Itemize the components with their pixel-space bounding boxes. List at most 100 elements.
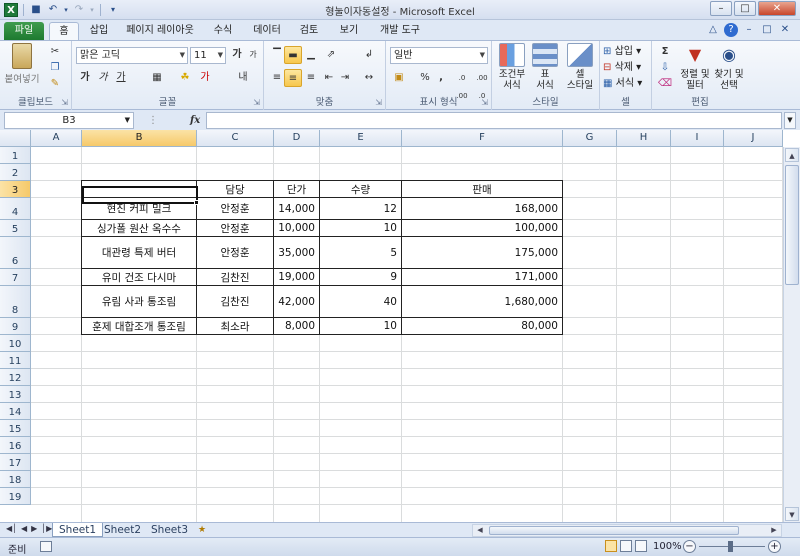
page-layout-view-icon[interactable] xyxy=(620,540,632,552)
sheet-tab-sheet3[interactable]: Sheet3 xyxy=(145,523,194,537)
sheet-tab-sheet1[interactable]: Sheet1 xyxy=(52,523,104,537)
table-cell[interactable]: 싱가폴 원산 옥수수 xyxy=(82,220,196,236)
shrink-font-button[interactable]: 가 xyxy=(244,46,262,64)
tab-view[interactable]: 보기 xyxy=(334,22,364,40)
tab-insert[interactable]: 삽입 xyxy=(84,22,114,40)
row-header-8[interactable]: 8 xyxy=(0,286,31,318)
row-header-5[interactable]: 5 xyxy=(0,220,31,237)
orientation-icon[interactable]: ⇗ xyxy=(322,46,340,64)
tab-home[interactable]: 홈 xyxy=(49,22,79,40)
wrap-text-icon[interactable]: ↲ xyxy=(360,46,378,64)
table-cell[interactable]: 훈제 대합조개 통조림 xyxy=(82,318,196,334)
table-cell[interactable]: 10 xyxy=(320,318,401,334)
table-cell[interactable]: 5 xyxy=(320,237,401,268)
number-launcher-icon[interactable]: ⇲ xyxy=(481,98,488,107)
tab-developer[interactable]: 개발 도구 xyxy=(372,22,428,40)
table-cell[interactable]: 김찬진 xyxy=(197,269,273,285)
clipboard-launcher-icon[interactable]: ⇲ xyxy=(61,98,68,107)
vertical-scroll-thumb[interactable] xyxy=(785,165,799,285)
maximize-button[interactable]: □ xyxy=(734,1,756,16)
tab-data[interactable]: 데이터 xyxy=(248,22,286,40)
format-as-table-button[interactable]: 표 서식 xyxy=(528,43,562,91)
zoom-in-button[interactable]: + xyxy=(768,540,781,553)
number-format-select[interactable]: 일반 ▼ xyxy=(390,47,488,64)
fill-handle[interactable] xyxy=(194,200,199,205)
column-header-b[interactable]: B xyxy=(82,130,197,147)
align-bottom-icon[interactable]: ▁ xyxy=(302,46,320,64)
worksheet-grid[interactable]: ABCDEFGHIJ 1 2 3 4 5 6 7 8 9 10 11 12 13 14 15 16 17 18 19… xyxy=(0,130,800,522)
row-header-2[interactable]: 2 xyxy=(0,164,31,181)
currency-icon[interactable]: ▣ xyxy=(390,69,408,87)
cell-styles-button[interactable]: 셀 스타일 xyxy=(562,43,598,91)
align-middle-icon[interactable]: ▬ xyxy=(284,46,302,64)
table-cell[interactable]: 10 xyxy=(320,220,401,236)
help-icon[interactable]: ? xyxy=(724,23,738,37)
table-header-cell[interactable]: 판매 xyxy=(402,181,562,197)
row-header-17[interactable]: 17 xyxy=(0,454,31,471)
macro-record-icon[interactable] xyxy=(40,541,52,552)
row-header-15[interactable]: 15 xyxy=(0,420,31,437)
table-cell[interactable]: 40 xyxy=(320,286,401,317)
table-header-cell[interactable]: 담당 xyxy=(197,181,273,197)
row-header-10[interactable]: 10 xyxy=(0,335,31,352)
tab-formulas[interactable]: 수식 xyxy=(208,22,238,40)
row-header-9[interactable]: 9 xyxy=(0,318,31,335)
column-header-d[interactable]: D xyxy=(274,130,320,147)
format-painter-icon[interactable]: ✎ xyxy=(46,75,64,93)
sort-filter-button[interactable]: ▼ 정렬 및 필터 xyxy=(678,43,712,91)
column-header-g[interactable]: G xyxy=(563,130,617,147)
select-all-button[interactable] xyxy=(0,130,31,147)
table-cell[interactable]: 1,680,000 xyxy=(402,286,562,317)
borders-icon[interactable]: ▦ xyxy=(148,69,166,87)
table-cell[interactable]: 10,000 xyxy=(274,220,319,236)
table-cell[interactable]: 최소라 xyxy=(197,318,273,334)
formula-input[interactable] xyxy=(206,112,782,129)
sheet-tab-sheet2[interactable]: Sheet2 xyxy=(98,523,147,537)
row-header-4[interactable]: 4 xyxy=(0,198,31,220)
column-header-j[interactable]: J xyxy=(724,130,783,147)
increase-decimal-button[interactable]: .0 .00 xyxy=(452,69,472,100)
table-cell[interactable]: 안정훈 xyxy=(197,237,273,268)
increase-indent-icon[interactable]: ⇥ xyxy=(336,69,354,87)
last-sheet-button[interactable]: │▶ xyxy=(41,524,52,533)
row-header-12[interactable]: 12 xyxy=(0,369,31,386)
table-cell[interactable]: 35,000 xyxy=(274,237,319,268)
table-cell[interactable]: 유림 사과 통조림 xyxy=(82,286,196,317)
table-cell[interactable]: 14,000 xyxy=(274,198,319,219)
table-cell[interactable]: 100,000 xyxy=(402,220,562,236)
table-cell[interactable]: 19,000 xyxy=(274,269,319,285)
fill-color-icon[interactable]: ☘ xyxy=(176,69,194,87)
tab-file[interactable]: 파일 xyxy=(4,22,44,40)
merge-center-icon[interactable]: ↔ xyxy=(360,69,378,87)
zoom-out-button[interactable]: − xyxy=(683,540,696,553)
table-cell[interactable]: 80,000 xyxy=(402,318,562,334)
insert-sheet-icon[interactable]: ★ xyxy=(195,524,209,536)
table-cell[interactable]: 171,000 xyxy=(402,269,562,285)
table-header-cell[interactable]: 수량 xyxy=(320,181,401,197)
table-cell[interactable]: 12 xyxy=(320,198,401,219)
paste-button[interactable]: 붙여넣기 xyxy=(4,43,40,85)
column-header-f[interactable]: F xyxy=(402,130,563,147)
row-header-19[interactable]: 19 xyxy=(0,488,31,505)
row-header-6[interactable]: 6 xyxy=(0,237,31,269)
font-name-select[interactable]: 맑은 고딕 ▼ xyxy=(76,47,188,64)
name-box[interactable]: B3 ▼ xyxy=(4,112,134,129)
font-launcher-icon[interactable]: ⇲ xyxy=(253,98,260,107)
table-cell[interactable]: 168,000 xyxy=(402,198,562,219)
scroll-up-button[interactable]: ▲ xyxy=(785,148,799,162)
table-cell[interactable]: 9 xyxy=(320,269,401,285)
column-header-e[interactable]: E xyxy=(320,130,402,147)
decrease-decimal-button[interactable]: .00 .0 xyxy=(472,69,492,100)
font-color-button[interactable]: 가 xyxy=(196,69,214,87)
table-cell[interactable]: 유미 건조 다시마 xyxy=(82,269,196,285)
next-sheet-button[interactable]: ▶ xyxy=(31,524,37,533)
align-right-icon[interactable]: ≡ xyxy=(302,69,320,87)
row-header-1[interactable]: 1 xyxy=(0,147,31,164)
column-header-a[interactable]: A xyxy=(31,130,82,147)
table-cell[interactable]: 안정훈 xyxy=(197,220,273,236)
phonetic-button[interactable]: 내 xyxy=(234,69,252,87)
scroll-right-button[interactable]: ▶ xyxy=(768,525,780,536)
tab-review[interactable]: 검토 xyxy=(294,22,324,40)
horizontal-scroll-thumb[interactable] xyxy=(489,526,739,535)
doc-minimize-button[interactable]: – xyxy=(742,23,756,37)
